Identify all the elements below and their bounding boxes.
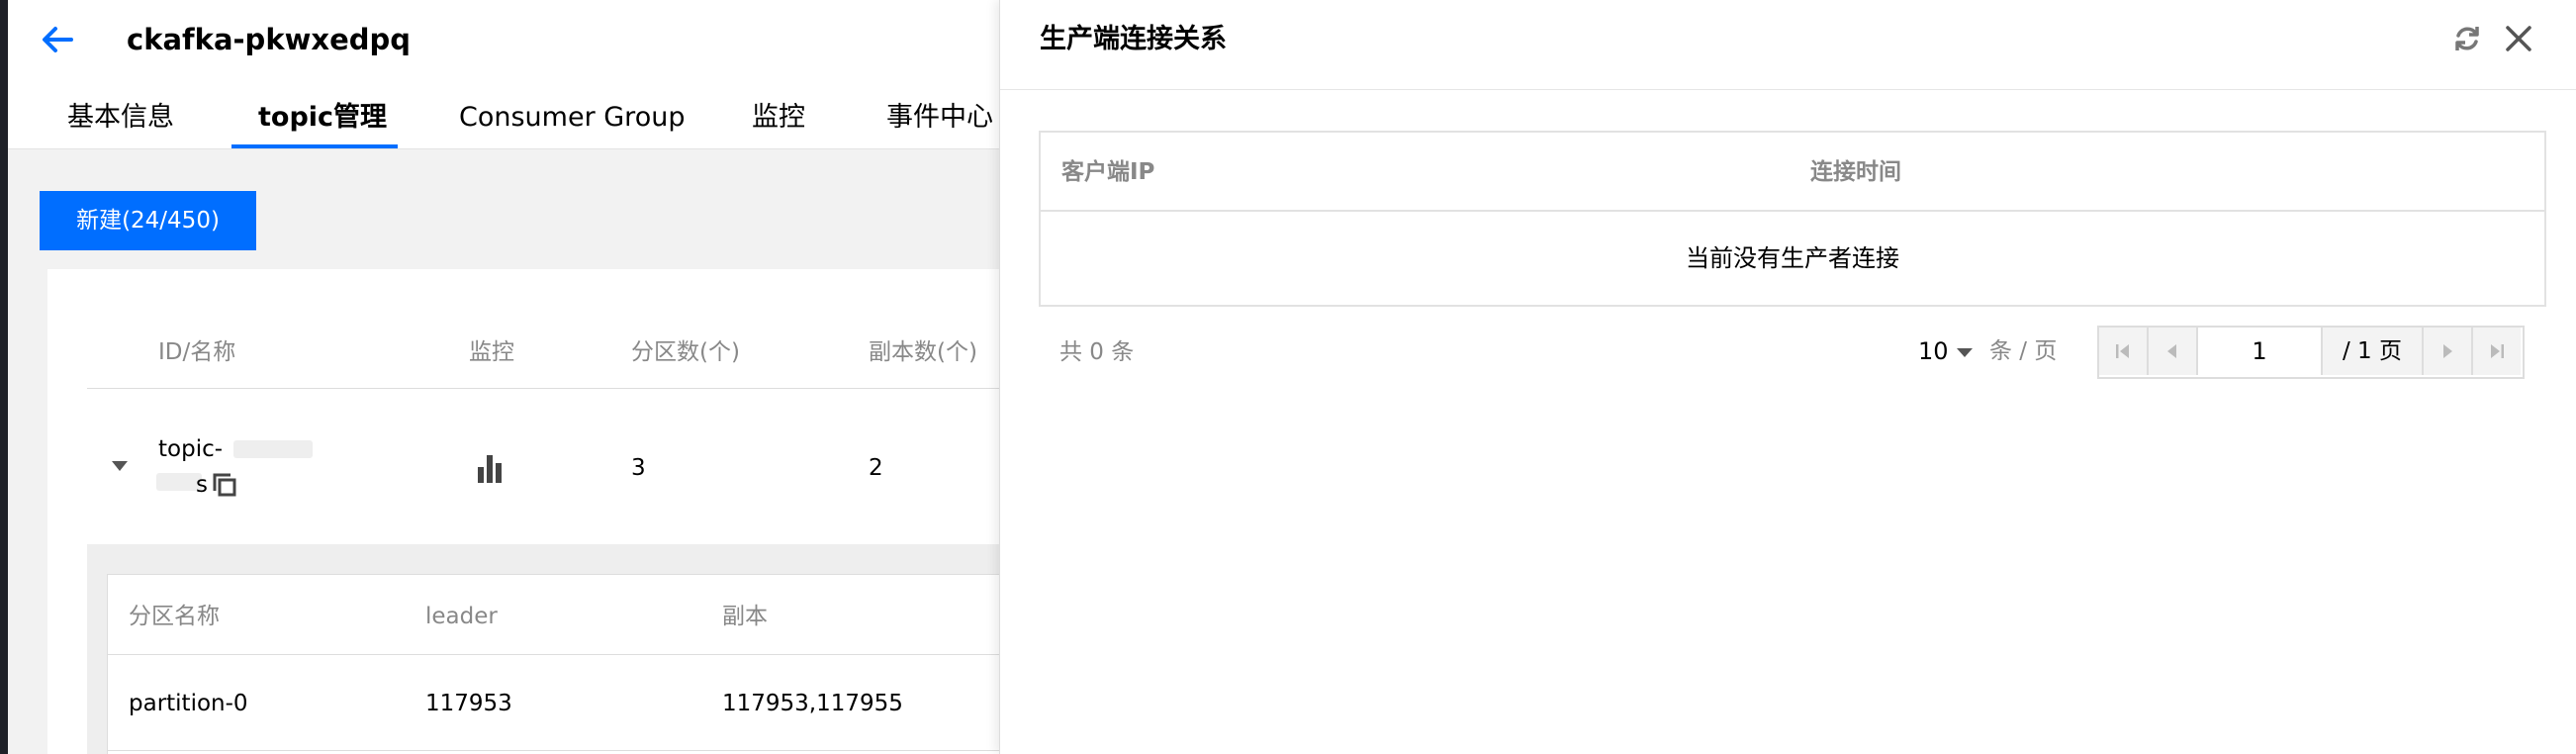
col-header-partitions: 分区数(个) [631,339,740,365]
col-header-leader: leader [425,604,498,629]
tab-consumer-group[interactable]: Consumer Group [459,99,685,137]
total-count: 共 0 条 [1059,339,1135,365]
last-page-icon [2491,344,2504,358]
col-header-partition-replicas: 副本 [722,604,768,629]
prev-page-button[interactable] [2149,328,2196,375]
back-arrow-icon[interactable] [38,20,77,59]
partition-name: partition-0 [129,691,248,716]
col-header-replicas: 副本数(个) [869,339,977,365]
app-root: ckafka-pkwxedpq 基本信息 topic管理 Consumer Gr… [0,0,2576,754]
window-edge [0,0,8,754]
first-page-button[interactable] [2099,328,2147,375]
partition-leader: 117953 [425,691,512,716]
tab-basic-info[interactable]: 基本信息 [67,99,174,137]
topic-name-line2: s [196,472,208,498]
total-pages: / 1 页 [2323,328,2422,375]
partition-replicas: 117953,117955 [722,691,903,716]
refresh-icon[interactable] [2450,22,2484,55]
tab-event-center[interactable]: 事件中心 [886,99,993,137]
page-size-select[interactable]: 10 [1918,333,1949,369]
col-header-connect-time: 连接时间 [1810,159,1901,185]
chevron-down-icon[interactable] [1957,348,1973,357]
col-header-client-ip: 客户端IP [1061,159,1155,185]
bar-chart-icon[interactable] [473,453,506,483]
col-header-id-name: ID/名称 [158,339,236,365]
copy-icon[interactable] [211,471,238,499]
page-number-input[interactable] [2198,328,2321,375]
last-page-button[interactable] [2473,328,2521,375]
partition-table [107,574,1000,754]
tab-monitoring[interactable]: 监控 [752,99,805,137]
table-header-divider [87,388,999,389]
chevron-right-icon [2443,344,2452,358]
next-page-button[interactable] [2424,328,2471,375]
connections-table [1039,131,2546,307]
col-header-monitor: 监控 [469,339,514,365]
instance-title: ckafka-pkwxedpq [127,23,412,56]
col-header-partition-name: 分区名称 [129,604,220,629]
partition-header-divider [107,654,999,655]
connections-header-divider [1041,210,2544,212]
redacted-topic-name [233,440,313,458]
replica-count: 2 [869,455,883,481]
topic-name-line1: topic- [158,436,224,462]
expand-row-caret-icon[interactable] [112,461,128,471]
empty-state-text: 当前没有生产者连接 [1686,244,1899,272]
close-icon[interactable] [2502,22,2535,55]
partition-count: 3 [631,455,646,481]
new-topic-button[interactable]: 新建(24/450) [40,191,256,250]
page-size-unit: 条 / 页 [1989,338,2058,364]
tab-topic-management[interactable]: topic管理 [258,99,387,137]
chevron-left-icon [2167,344,2176,358]
active-tab-indicator [231,144,398,148]
drawer-title: 生产端连接关系 [1040,24,1227,54]
first-page-icon [2116,344,2129,358]
partition-row-divider [107,750,999,751]
drawer-header-divider [1000,89,2576,90]
